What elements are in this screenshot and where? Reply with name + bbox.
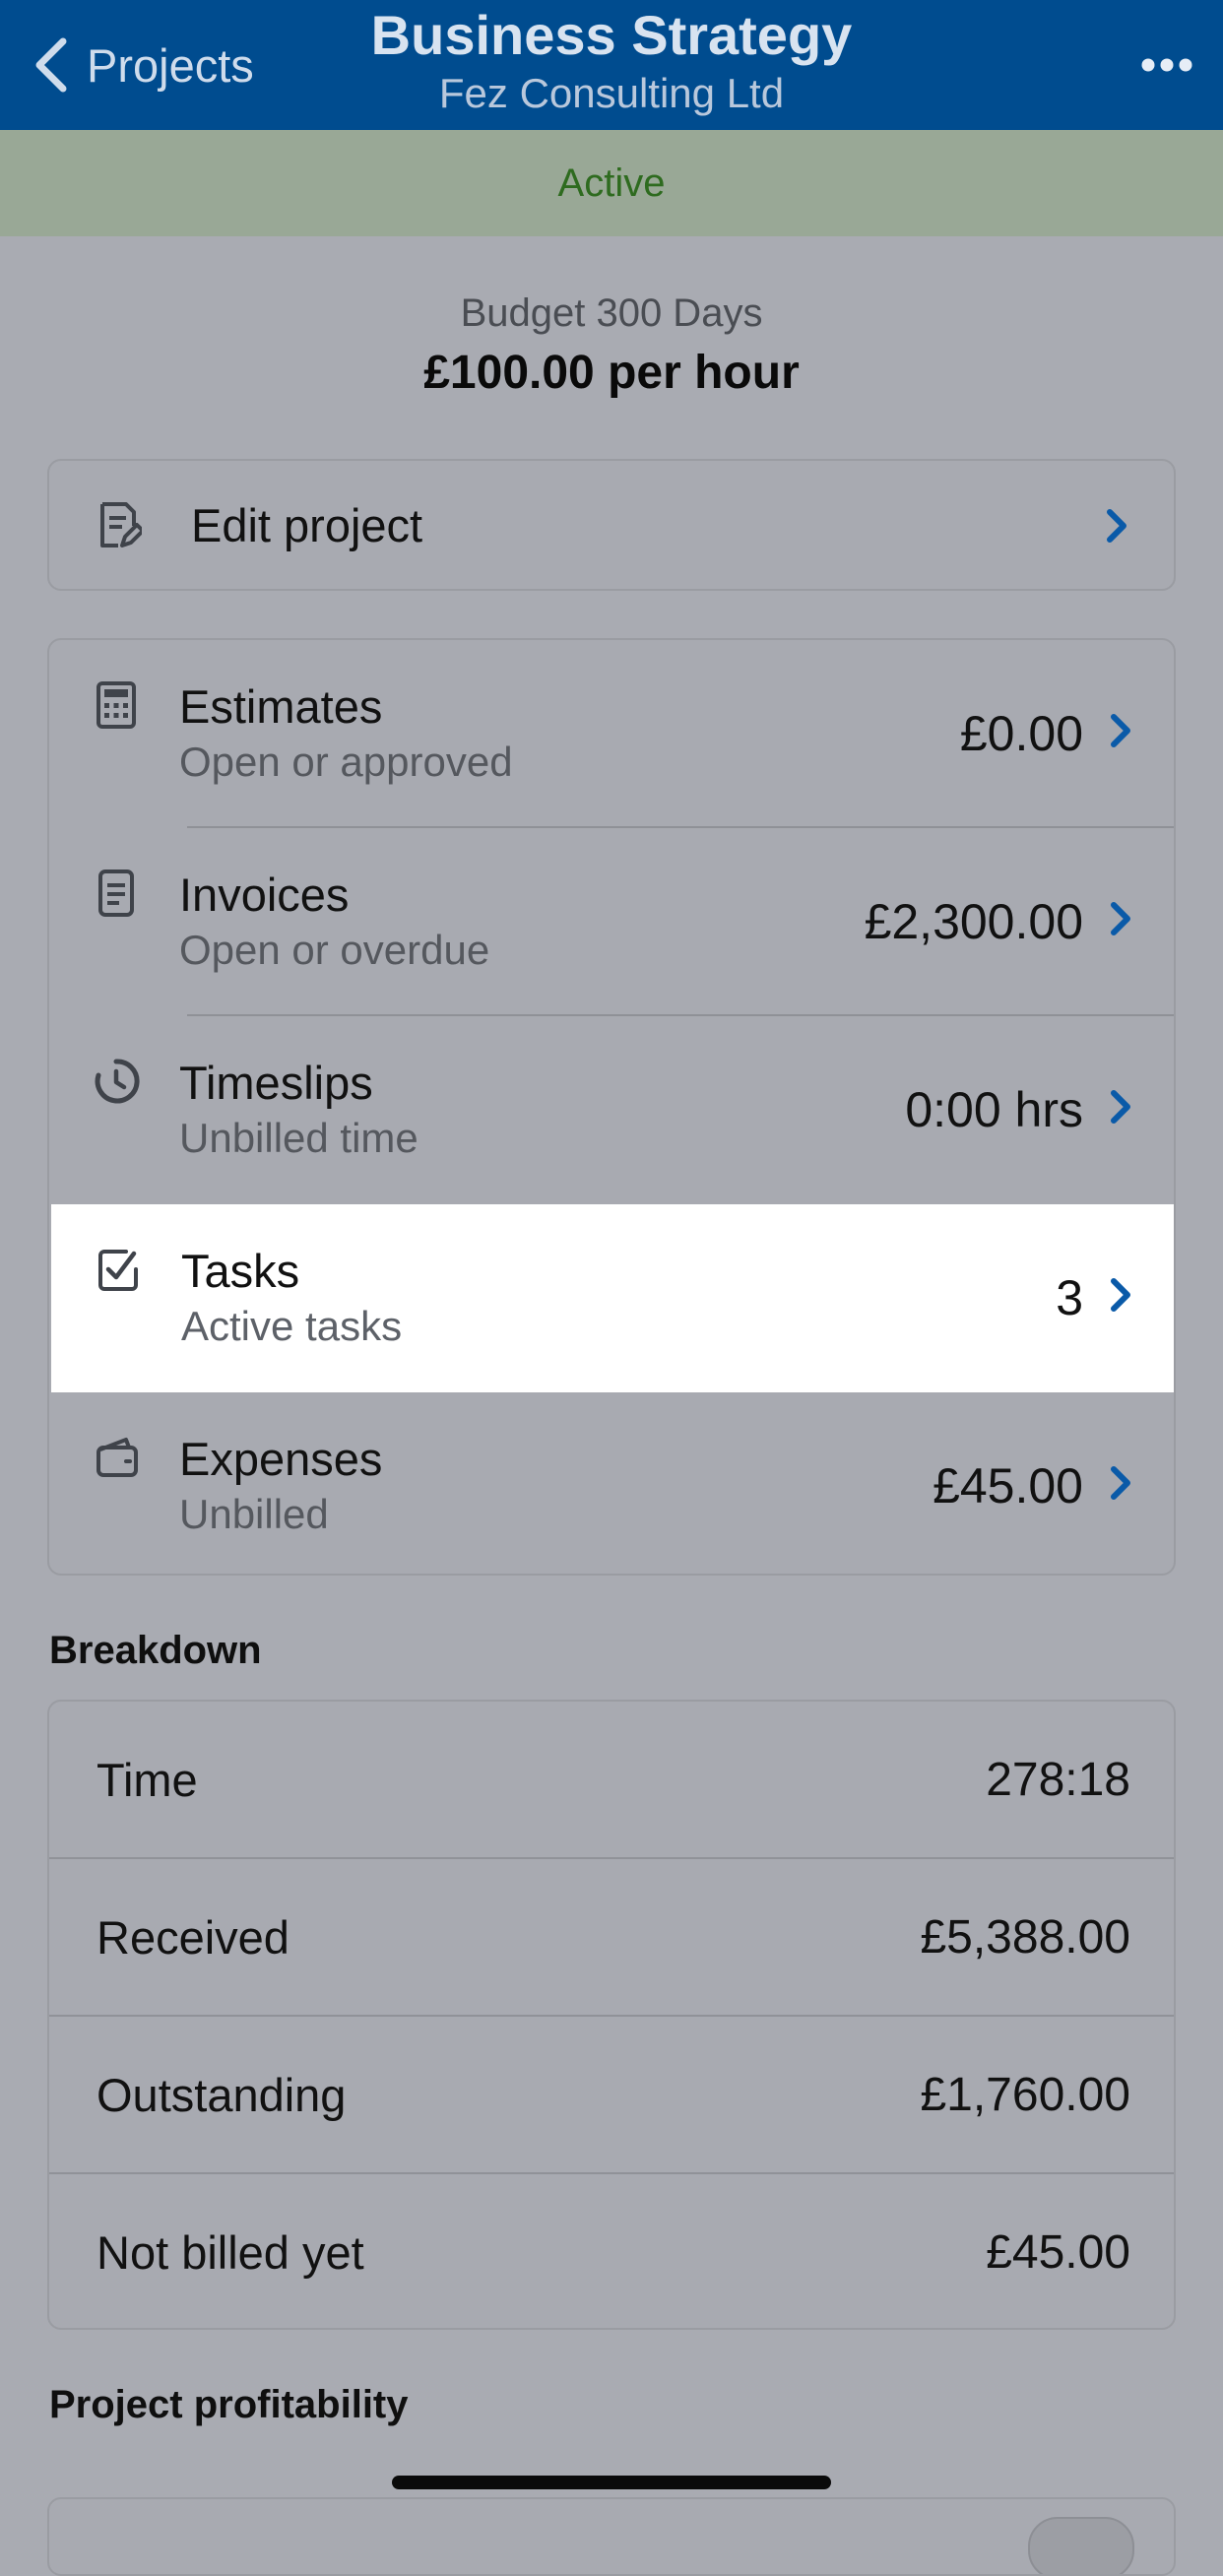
row-subtitle: Open or approved [179,739,513,785]
row-title: Timeslips [179,1057,373,1109]
invoices-row[interactable]: Invoices Open or overdue £2,300.00 [49,828,1174,1016]
row-title: Tasks [181,1245,300,1297]
status-badge: Active [557,161,666,205]
breakdown-value: £5,388.00 [920,1911,1130,1964]
row-subtitle: Open or overdue [179,927,490,973]
project-summary-list: Estimates Open or approved £0.00 Invoice… [47,638,1176,1576]
billing-rate: £100.00 per hour [423,347,800,399]
chevron-left-icon [35,37,67,93]
chevron-right-icon [1111,714,1130,747]
wallet-icon [97,1438,138,1477]
chevron-right-icon [1111,1278,1130,1312]
chevron-right-icon [1111,902,1130,935]
chevron-right-icon [1107,509,1126,543]
breakdown-row: Time 278:18 [49,1702,1174,1859]
edit-document-icon [100,502,142,547]
checkbox-icon [98,1250,138,1291]
tasks-row[interactable]: Tasks Active tasks 3 [51,1204,1174,1392]
more-options-button[interactable] [1132,33,1201,97]
row-value: 0:00 hrs [905,1082,1083,1137]
edit-project-button[interactable]: Edit project [47,459,1176,591]
breakdown-value: 278:18 [986,1754,1130,1806]
status-banner: Active [0,130,1223,236]
budget-label: Budget 300 Days [460,291,763,335]
document-icon [98,869,134,917]
row-subtitle: Active tasks [181,1303,403,1349]
estimates-row[interactable]: Estimates Open or approved £0.00 [49,640,1174,828]
row-title: Expenses [179,1433,383,1485]
breakdown-value: £1,760.00 [920,2069,1130,2121]
row-value: £45.00 [933,1458,1083,1513]
ellipsis-icon [1141,58,1192,72]
row-value: 3 [1056,1270,1083,1325]
breakdown-label: Received [97,1911,290,1964]
expenses-row[interactable]: Expenses Unbilled £45.00 [49,1392,1174,1574]
breakdown-label: Not billed yet [97,2226,364,2279]
breakdown-heading: Breakdown [49,1629,262,1672]
clock-icon [95,1059,140,1104]
breakdown-label: Outstanding [97,2069,347,2121]
profitability-card [47,2497,1176,2576]
back-label: Projects [87,38,254,92]
row-value: £2,300.00 [864,894,1083,949]
calculator-icon [97,681,136,729]
profitability-toggle[interactable] [1028,2517,1134,2574]
breakdown-row: Received £5,388.00 [49,1859,1174,2017]
breakdown-value: £45.00 [986,2226,1130,2279]
breakdown-label: Time [97,1754,198,1806]
breakdown-row: Outstanding £1,760.00 [49,2017,1174,2174]
back-button[interactable]: Projects [30,28,254,102]
row-subtitle: Unbilled [179,1491,329,1537]
row-value: £0.00 [959,706,1083,761]
budget-summary: Budget 300 Days £100.00 per hour [0,291,1223,400]
breakdown-table: Time 278:18 Received £5,388.00 Outstandi… [47,1700,1176,2330]
breakdown-row: Not billed yet £45.00 [49,2174,1174,2328]
timeslips-row[interactable]: Timeslips Unbilled time 0:00 hrs [49,1016,1174,1204]
row-subtitle: Unbilled time [179,1115,418,1161]
chevron-right-icon [1111,1090,1130,1124]
edit-project-label: Edit project [191,499,423,551]
row-title: Estimates [179,680,383,733]
chevron-right-icon [1111,1466,1130,1500]
home-indicator[interactable] [392,2476,831,2489]
nav-header: Projects Business Strategy Fez Consultin… [0,0,1223,130]
row-title: Invoices [179,869,350,921]
profitability-heading: Project profitability [49,2383,409,2426]
